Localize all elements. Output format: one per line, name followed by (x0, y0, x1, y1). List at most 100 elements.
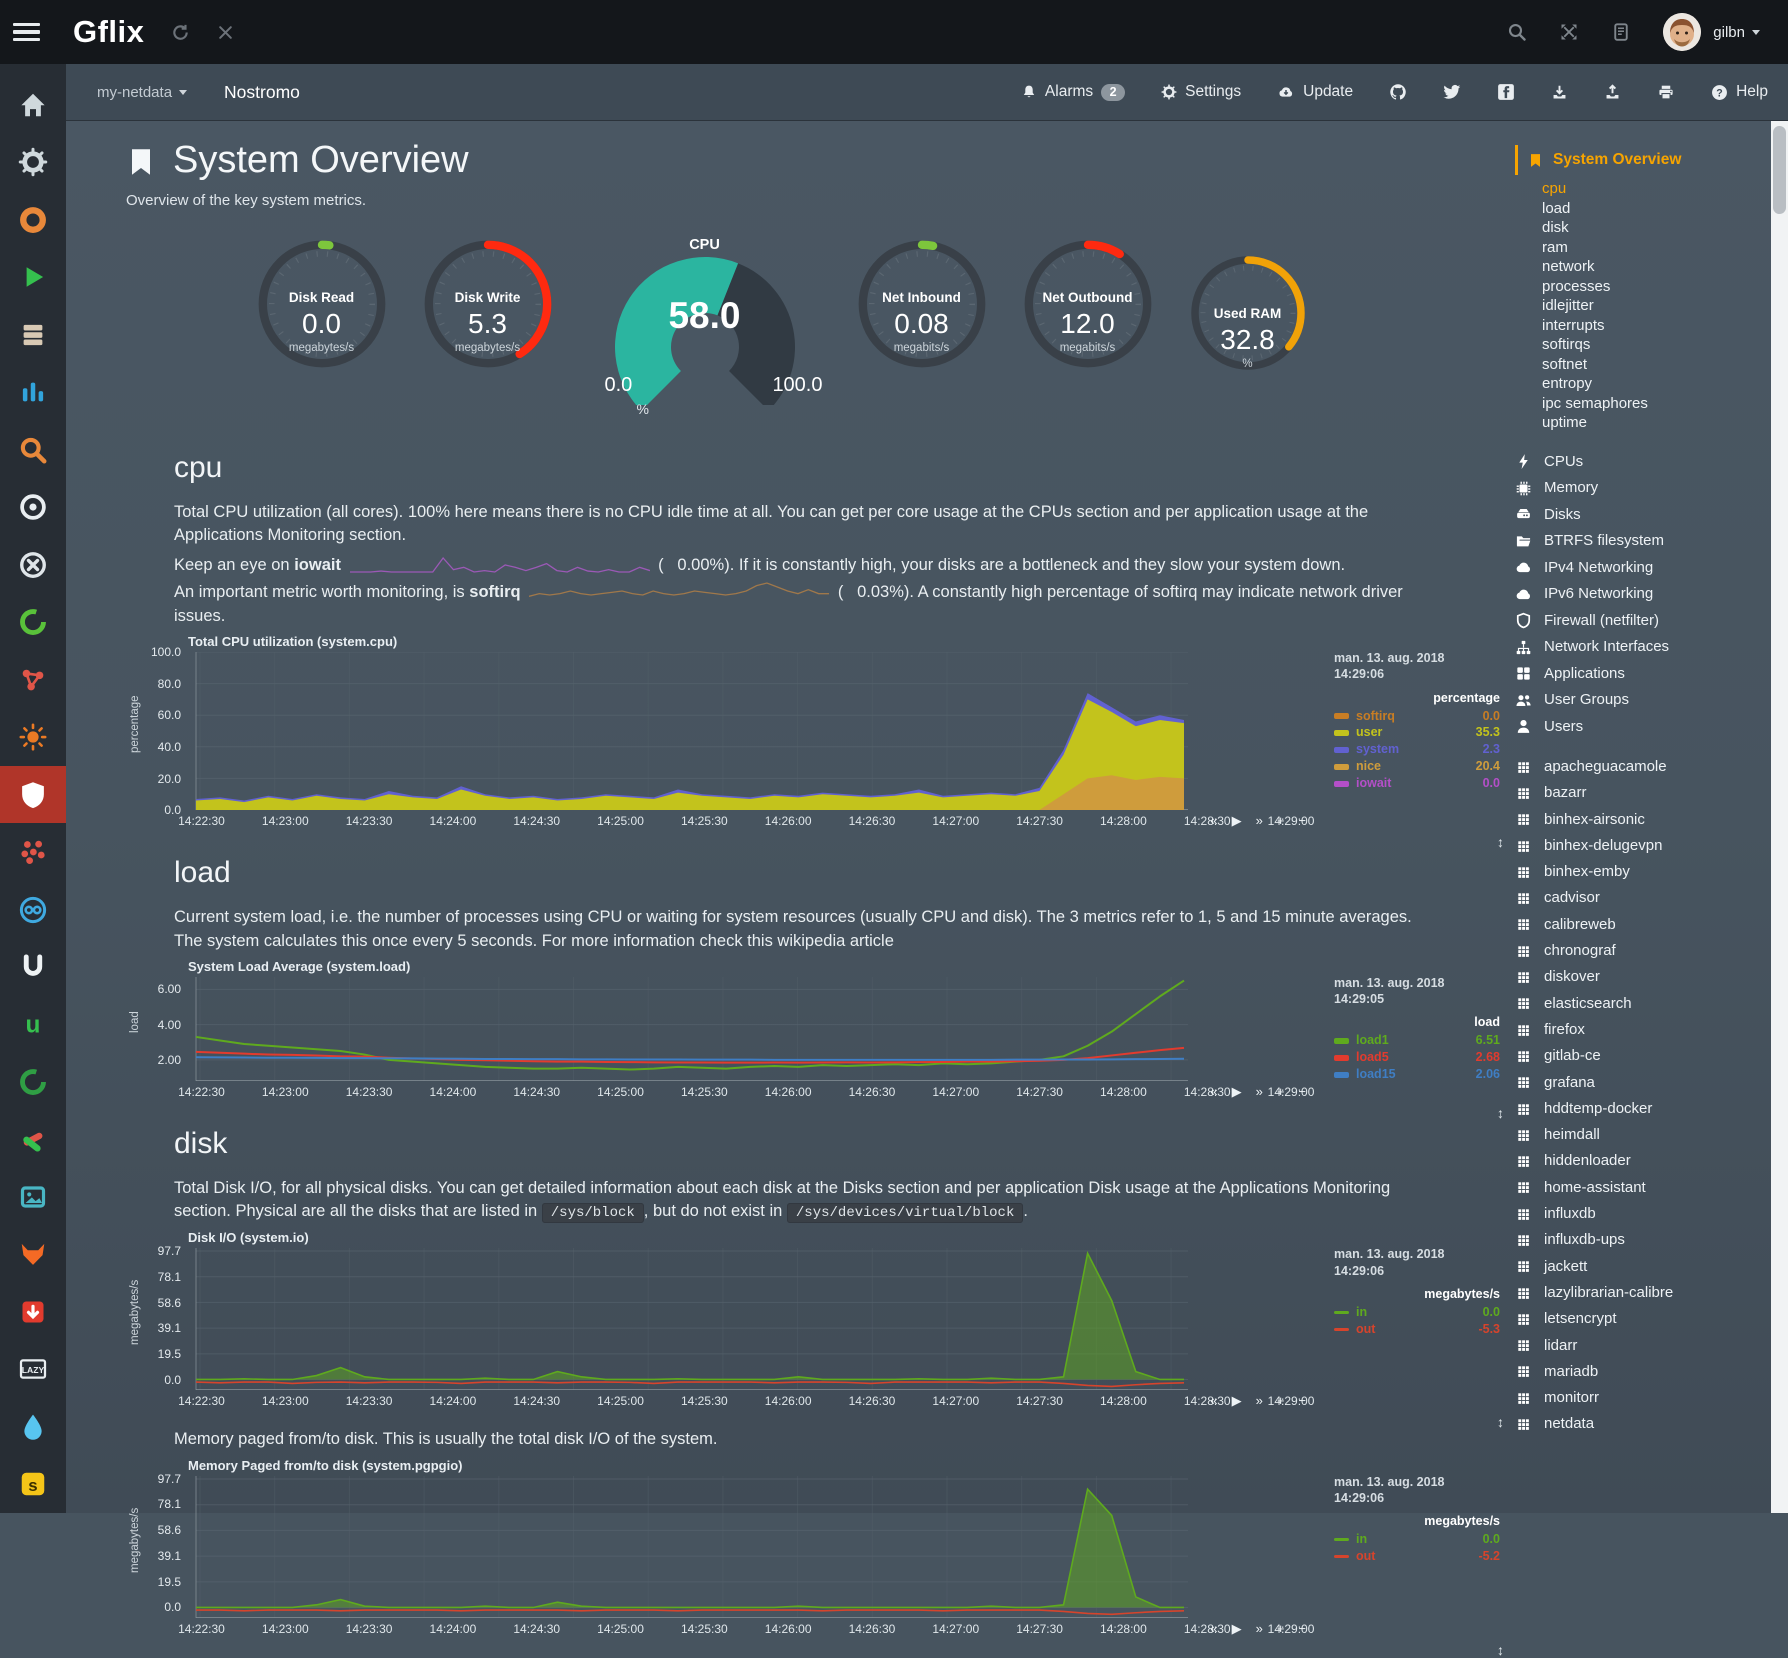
upload-icon[interactable] (1604, 84, 1621, 101)
sidebar-item-ipv4-networking[interactable]: IPv4 Networking (1515, 555, 1771, 582)
github-icon[interactable] (1389, 83, 1407, 101)
sidebar-item-influxdb[interactable]: influxdb (1515, 1201, 1771, 1227)
legend-in[interactable]: in 0.0 (1334, 1304, 1500, 1321)
gauge-disk-read[interactable]: Disk Read 0.0 megabytes/s (247, 237, 397, 407)
sidebar-item-jackett[interactable]: jackett (1515, 1254, 1771, 1280)
download-icon[interactable] (1551, 84, 1568, 101)
sidebar-item-network-interfaces[interactable]: Network Interfaces (1515, 634, 1771, 661)
rail-item-app-orange-sun[interactable] (0, 708, 66, 765)
rail-item-app-blue-oo[interactable] (0, 881, 66, 938)
plot-area[interactable]: System Load Average (system.load) 14:22:… (188, 959, 1310, 1103)
sidebar-item-user-groups[interactable]: User Groups (1515, 687, 1771, 714)
sidebar-item-monitorr[interactable]: monitorr (1515, 1385, 1771, 1411)
legend-nice[interactable]: nice 20.4 (1334, 758, 1500, 775)
sync-icon[interactable] (171, 23, 190, 42)
disk-io-chart[interactable]: megabytes/s 97.778.158.639.119.50.0 Disk… (126, 1230, 1508, 1412)
rail-item-app-gitlab-fox[interactable] (0, 1226, 66, 1283)
chart-control[interactable]: « (1210, 1621, 1217, 1637)
rail-item-app-red-dots[interactable] (0, 823, 66, 880)
sidebar-item-letsencrypt[interactable]: letsencrypt (1515, 1306, 1771, 1332)
sidebar-item-binhex-airsonic[interactable]: binhex-airsonic (1515, 807, 1771, 833)
menu-icon[interactable] (13, 23, 40, 42)
sidebar-subitem-interrupts[interactable]: interrupts (1542, 316, 1771, 336)
settings-button[interactable]: Settings (1161, 83, 1241, 101)
sidebar-item-binhex-emby[interactable]: binhex-emby (1515, 859, 1771, 885)
alarms-button[interactable]: Alarms 2 (1021, 83, 1125, 101)
chart-control[interactable]: « (1210, 1084, 1217, 1100)
sidebar-item-grafana[interactable]: grafana (1515, 1070, 1771, 1096)
sidebar-subitem-softnet[interactable]: softnet (1542, 355, 1771, 375)
scrollbar-thumb[interactable] (1773, 126, 1786, 214)
sidebar-item-influxdb-ups[interactable]: influxdb-ups (1515, 1227, 1771, 1253)
reader-icon[interactable] (1611, 22, 1631, 42)
rail-item-app-green-ring[interactable] (0, 593, 66, 650)
section-heading-load[interactable]: load (174, 856, 1497, 890)
sidebar-subitem-ram[interactable]: ram (1542, 238, 1771, 258)
rail-item-app-photo[interactable] (0, 1168, 66, 1225)
chart-control[interactable]: » (1256, 1084, 1263, 1100)
chart-control[interactable]: « (1210, 1393, 1217, 1409)
sidebar-item-hddtemp-docker[interactable]: hddtemp-docker (1515, 1096, 1771, 1122)
rail-item-app-orange-search[interactable] (0, 421, 66, 478)
rail-item-app-shield[interactable] (0, 766, 66, 823)
legend-softirq[interactable]: softirq 0.0 (1334, 708, 1500, 725)
legend-load15[interactable]: load15 2.06 (1334, 1066, 1500, 1083)
sidebar-item-lazylibrarian-calibre[interactable]: lazylibrarian-calibre (1515, 1280, 1771, 1306)
update-button[interactable]: Update (1277, 83, 1353, 101)
server-dropdown[interactable]: my-netdata (97, 84, 187, 101)
sidebar-item-disks[interactable]: Disks (1515, 502, 1771, 529)
sidebar-item-hiddenloader[interactable]: hiddenloader (1515, 1148, 1771, 1174)
chart-resize-handle[interactable]: ↕ (1497, 834, 1504, 850)
section-heading-cpu[interactable]: cpu (174, 451, 1497, 485)
sidebar-item-ipv6-networking[interactable]: IPv6 Networking (1515, 581, 1771, 608)
chart-control[interactable]: − (1298, 813, 1306, 829)
rail-item-app-stacked-boxes[interactable] (0, 306, 66, 363)
chart-control[interactable]: » (1256, 1621, 1263, 1637)
section-heading-disk[interactable]: disk (174, 1127, 1497, 1161)
chart-control[interactable]: ▶ (1232, 813, 1242, 829)
sidebar-subitem-uptime[interactable]: uptime (1542, 413, 1771, 433)
rail-item-app-pills[interactable] (0, 1111, 66, 1168)
chart-resize-handle[interactable]: ↕ (1497, 1642, 1504, 1658)
rail-item-app-red-nodes[interactable] (0, 651, 66, 708)
cpu-chart[interactable]: percentage 100.080.060.040.020.00.0 Tota… (126, 634, 1508, 832)
plot-area[interactable]: Memory Paged from/to disk (system.pgpgio… (188, 1458, 1310, 1640)
sidebar-subitem-entropy[interactable]: entropy (1542, 374, 1771, 394)
chart-control[interactable]: − (1298, 1393, 1306, 1409)
chart-toolbox[interactable]: «▶»+− (1210, 1621, 1306, 1637)
chart-control[interactable]: + (1277, 1084, 1285, 1100)
rail-item-settings[interactable] (0, 133, 66, 190)
rail-item-app-blue-bars[interactable] (0, 363, 66, 420)
sidebar-subitem-softirqs[interactable]: softirqs (1542, 335, 1771, 355)
memory-paged-chart[interactable]: megabytes/s 97.778.158.639.119.50.0 Memo… (126, 1458, 1508, 1640)
legend-out[interactable]: out -5.2 (1334, 1548, 1500, 1565)
search-icon[interactable] (1507, 22, 1527, 42)
sidebar-item-firewall-netfilter-[interactable]: Firewall (netfilter) (1515, 608, 1771, 635)
gauge-net-outbound[interactable]: Net Outbound 12.0 megabits/s (1013, 237, 1163, 407)
chart-control[interactable]: « (1210, 813, 1217, 829)
chart-control[interactable]: − (1298, 1621, 1306, 1637)
gauge-cpu[interactable]: CPU 58.0 0.0 100.0 % (579, 237, 831, 423)
chart-control[interactable]: ▶ (1232, 1621, 1242, 1637)
twitter-icon[interactable] (1443, 83, 1461, 101)
sidebar-item-heimdall[interactable]: heimdall (1515, 1122, 1771, 1148)
print-icon[interactable] (1657, 84, 1675, 101)
sidebar-item-lidarr[interactable]: lidarr (1515, 1333, 1771, 1359)
sidebar-item-firefox[interactable]: firefox (1515, 1017, 1771, 1043)
rail-item-home[interactable] (0, 76, 66, 133)
sidebar-item-gitlab-ce[interactable]: gitlab-ce (1515, 1043, 1771, 1069)
sidebar-item-calibreweb[interactable]: calibreweb (1515, 912, 1771, 938)
sidebar-item-btrfs-filesystem[interactable]: BTRFS filesystem (1515, 528, 1771, 555)
legend-iowait[interactable]: iowait 0.0 (1334, 775, 1500, 792)
legend-load5[interactable]: load5 2.68 (1334, 1049, 1500, 1066)
close-icon[interactable] (217, 24, 234, 41)
chart-resize-handle[interactable]: ↕ (1497, 1414, 1504, 1430)
sidebar-item-applications[interactable]: Applications (1515, 661, 1771, 688)
sidebar-item-memory[interactable]: Memory (1515, 475, 1771, 502)
facebook-icon[interactable] (1497, 83, 1515, 101)
chart-control[interactable]: ▶ (1232, 1393, 1242, 1409)
rail-item-app-disc[interactable] (0, 478, 66, 535)
chart-toolbox[interactable]: «▶»+− (1210, 1393, 1306, 1409)
chart-control[interactable]: ▶ (1232, 1084, 1242, 1100)
chart-control[interactable]: » (1256, 1393, 1263, 1409)
